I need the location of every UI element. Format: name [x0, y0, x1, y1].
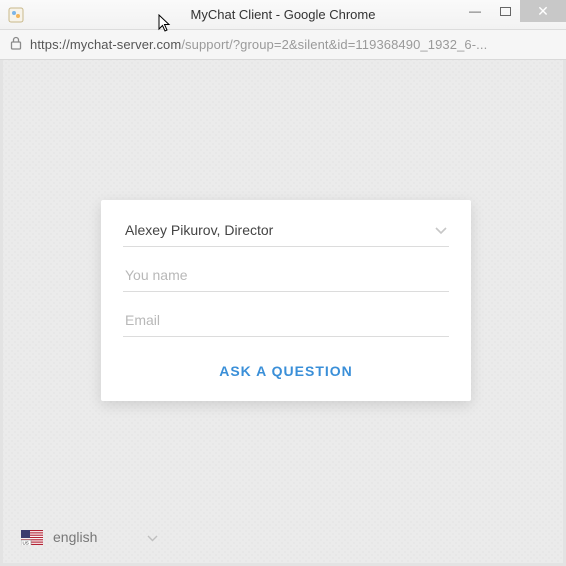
name-placeholder: You name: [125, 267, 188, 283]
address-bar[interactable]: https://mychat-server.com/support/?group…: [0, 30, 566, 60]
language-label: english: [53, 529, 97, 545]
window-titlebar: MyChat Client - Google Chrome — ✕: [0, 0, 566, 30]
support-form-card: Alexey Pikurov, Director You name Email …: [101, 200, 471, 401]
lock-icon: [10, 36, 22, 53]
name-input[interactable]: You name: [123, 259, 449, 292]
window-title: MyChat Client - Google Chrome: [191, 7, 376, 22]
contact-select-value: Alexey Pikurov, Director: [125, 222, 273, 238]
chevron-down-icon: [435, 222, 447, 238]
close-button[interactable]: ✕: [520, 0, 566, 22]
svg-text:US: US: [23, 540, 29, 545]
email-placeholder: Email: [125, 312, 160, 328]
app-icon: [8, 7, 24, 23]
url-text: https://mychat-server.com/support/?group…: [30, 37, 556, 52]
window-controls: — ✕: [460, 0, 566, 29]
email-input[interactable]: Email: [123, 304, 449, 337]
flag-us-icon: US: [21, 530, 43, 545]
page-content: Alexey Pikurov, Director You name Email …: [0, 60, 566, 566]
maximize-button[interactable]: [490, 0, 520, 22]
url-path: /support/?group=2&silent&id=119368490_19…: [181, 37, 487, 52]
minimize-button[interactable]: —: [460, 0, 490, 22]
ask-question-button[interactable]: ASK A QUESTION: [123, 345, 449, 385]
language-picker[interactable]: US english: [21, 529, 158, 545]
chevron-down-icon: [147, 529, 158, 545]
contact-select[interactable]: Alexey Pikurov, Director: [123, 218, 449, 247]
url-host: https://mychat-server.com: [30, 37, 181, 52]
